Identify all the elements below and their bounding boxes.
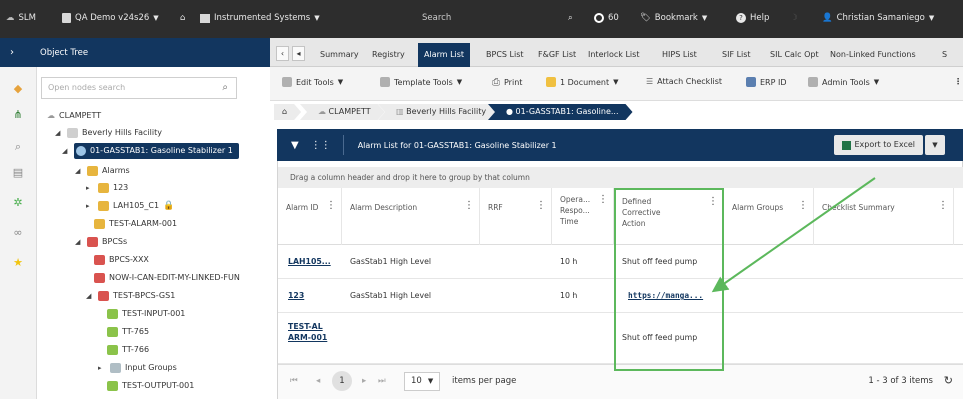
annotation-arrow [711, 177, 876, 293]
